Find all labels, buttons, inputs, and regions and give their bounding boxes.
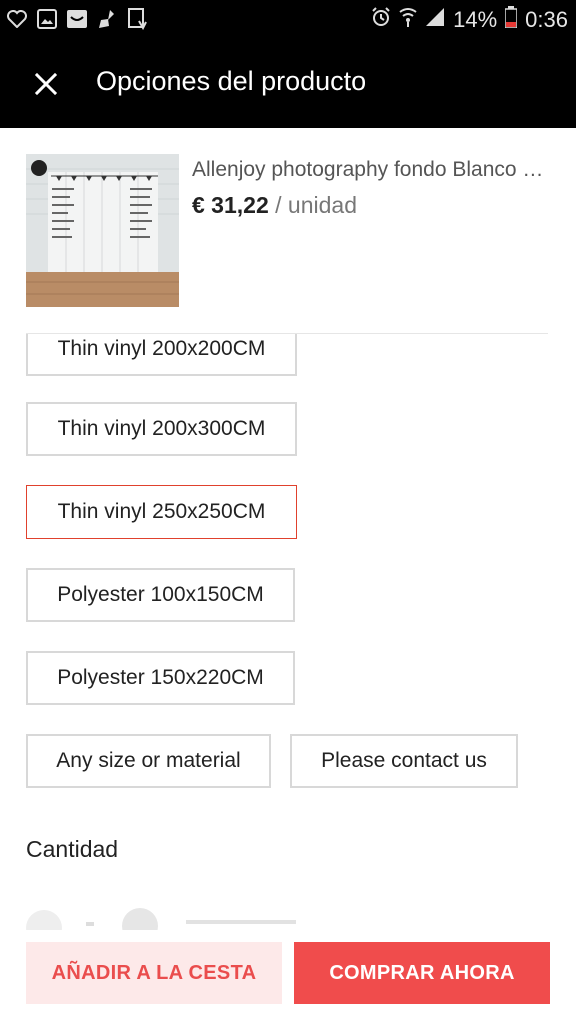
option-chip[interactable]: Any size or material — [26, 734, 271, 788]
option-chip[interactable]: Polyester 100x150CM — [26, 568, 295, 622]
option-chip[interactable]: Thin vinyl 200x200CM — [26, 334, 297, 376]
page-title: Opciones del producto — [96, 66, 367, 96]
alarm-icon — [371, 7, 391, 33]
availability-text — [186, 920, 296, 924]
product-price: € 31,22 / unidad — [192, 192, 357, 219]
close-icon — [34, 72, 58, 96]
product-title: Allenjoy photography fondo Blanco madera — [192, 158, 552, 181]
price-value: € 31,22 — [192, 192, 269, 218]
option-chip[interactable]: Please contact us — [290, 734, 518, 788]
mailbox-icon — [66, 8, 88, 30]
broom-icon — [96, 8, 118, 30]
price-unit: / unidad — [275, 192, 357, 218]
add-to-cart-button[interactable]: AÑADIR A LA CESTA — [26, 942, 282, 1004]
image-icon — [36, 8, 58, 30]
quantity-value — [86, 922, 94, 926]
option-chip-selected[interactable]: Thin vinyl 250x250CM — [26, 485, 297, 539]
battery-icon — [504, 6, 518, 34]
status-bar: 14% 0:36 — [0, 0, 576, 40]
size-options: Thin vinyl 200x200CM Thin vinyl 200x300C… — [0, 334, 576, 824]
product-thumbnail — [26, 154, 179, 307]
close-button[interactable] — [26, 62, 66, 106]
wifi-icon — [399, 6, 417, 34]
buy-now-button[interactable]: COMPRAR AHORA — [294, 942, 550, 1004]
product-summary: Allenjoy photography fondo Blanco madera… — [0, 128, 576, 333]
download-icon — [126, 8, 148, 30]
quantity-section-title: Cantidad — [26, 836, 119, 862]
bottom-action-bar: AÑADIR A LA CESTA COMPRAR AHORA — [0, 930, 576, 1024]
notification-icons — [6, 8, 148, 30]
option-chip[interactable]: Thin vinyl 200x300CM — [26, 402, 297, 456]
app-bar: Opciones del producto — [0, 40, 576, 128]
signal-icon — [425, 7, 445, 33]
option-chip[interactable]: Polyester 150x220CM — [26, 651, 295, 705]
system-status: 14% 0:36 — [371, 6, 568, 34]
clock: 0:36 — [525, 7, 568, 32]
battery-percent: 14% — [453, 7, 498, 32]
heart-outline-icon — [6, 8, 28, 30]
